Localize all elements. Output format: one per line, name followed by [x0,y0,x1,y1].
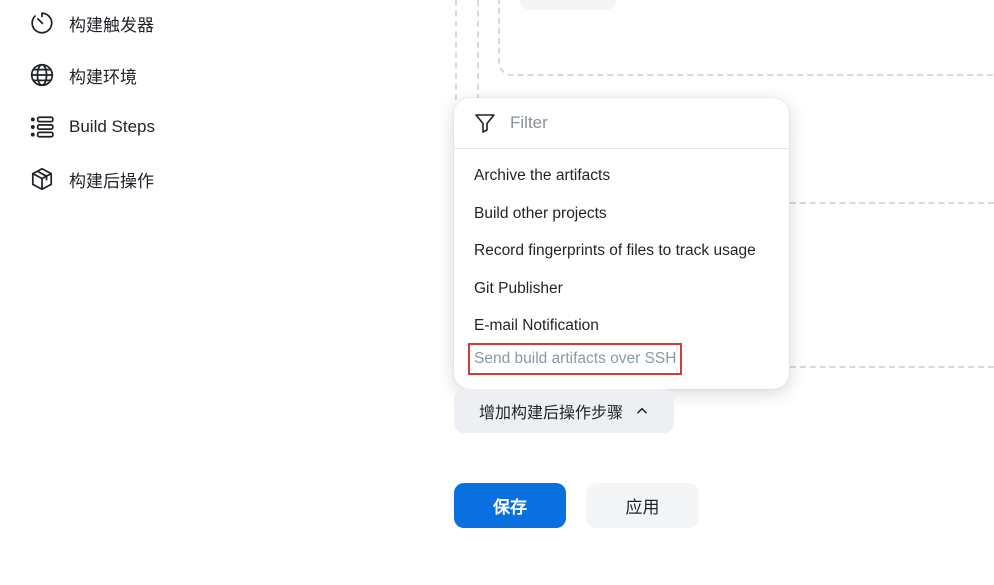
add-post-build-step-label: 增加构建后操作步骤 [478,405,623,422]
sidebar-item-build-steps[interactable]: Build Steps [28,107,155,147]
sidebar-item-post-build-actions[interactable]: 构建后操作 [28,159,154,199]
menu-item-send-artifacts-over-ssh[interactable]: Send build artifacts over SSH [468,343,683,375]
sidebar-item-build-environment[interactable]: 构建环境 [28,55,137,95]
dashed-divider-bottom [780,366,994,368]
filter-row [454,98,789,149]
sidebar-item-build-triggers[interactable]: 构建触发器 [28,3,154,43]
chevron-up-icon [635,404,649,418]
sidebar-item-label: 构建后操作 [69,171,154,191]
menu-item-build-other-projects[interactable]: Build other projects [474,205,607,223]
timer-icon [28,9,56,37]
sidebar-item-label: 构建环境 [69,67,137,87]
menu-item-git-publisher[interactable]: Git Publisher [474,280,563,298]
menu-item-record-fingerprints[interactable]: Record fingerprints of files to track us… [474,242,756,260]
save-button[interactable]: 保存 [454,483,566,528]
add-post-build-step-button[interactable]: 增加构建后操作步骤 [454,389,674,433]
sidebar-item-label: 构建触发器 [69,15,154,35]
dashed-guide-outer [455,0,457,100]
menu-item-archive-artifacts[interactable]: Archive the artifacts [474,167,610,185]
filter-input[interactable] [508,112,772,134]
post-build-action-dropdown: Archive the artifacts Build other projec… [454,98,789,389]
package-icon [28,165,56,193]
dashed-guide-inner [477,0,479,100]
globe-icon [28,61,56,89]
list-icon [28,113,56,141]
dashed-section-box [498,0,994,76]
apply-button[interactable]: 应用 [586,483,699,528]
filter-icon [473,110,499,136]
dashed-divider-top [780,202,994,204]
menu-item-email-notification[interactable]: E-mail Notification [474,317,599,335]
sidebar-item-label: Build Steps [69,117,155,136]
